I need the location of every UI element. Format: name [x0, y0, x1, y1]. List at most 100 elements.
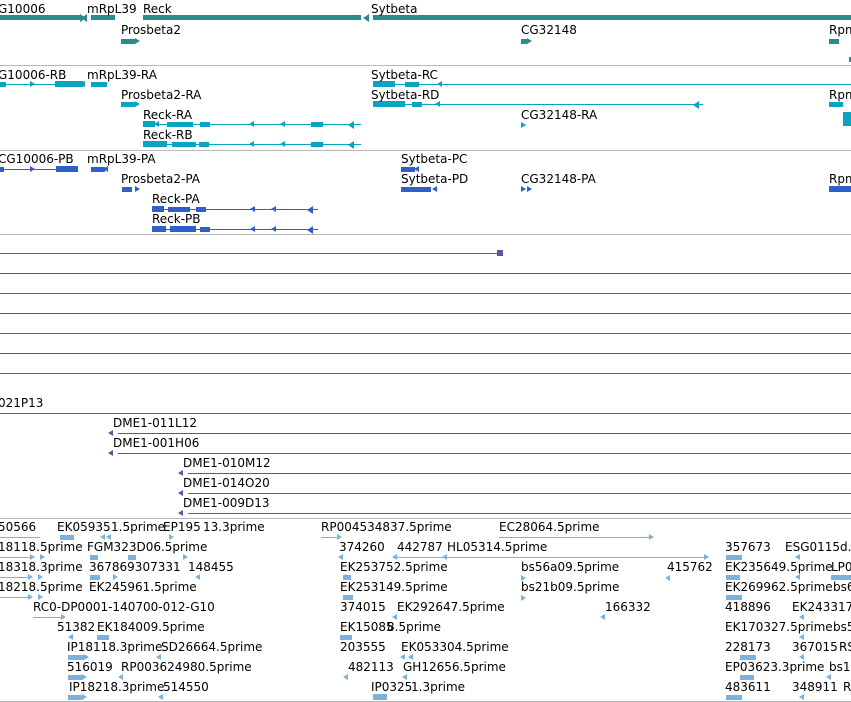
feature-exon[interactable]	[172, 142, 196, 147]
feature-exon[interactable]	[143, 15, 361, 20]
feature-label[interactable]: LP0	[831, 560, 851, 574]
feature-exon[interactable]	[311, 142, 323, 147]
feature-exon[interactable]	[68, 695, 82, 700]
feature-label[interactable]: Rpm	[829, 172, 851, 186]
feature-label[interactable]: G10006-RB	[0, 68, 66, 82]
feature-label[interactable]: CG10006-PB	[0, 152, 74, 166]
feature-exon[interactable]	[373, 15, 851, 20]
feature-label[interactable]: 148455	[188, 560, 234, 574]
feature-label[interactable]: bs1	[829, 660, 851, 674]
feature-label[interactable]: DME1-010M12	[183, 456, 271, 470]
feature-label[interactable]: 203555	[340, 640, 386, 654]
feature-label[interactable]: G10006	[0, 2, 45, 16]
feature-label[interactable]: Sytbeta-RC	[371, 68, 438, 82]
feature-exon[interactable]	[91, 82, 107, 87]
feature-exon[interactable]	[373, 694, 387, 700]
feature-line[interactable]	[0, 313, 851, 314]
feature-line[interactable]	[118, 433, 851, 434]
feature-label[interactable]: Reck-RA	[143, 108, 192, 122]
feature-label[interactable]: EK15085	[340, 620, 394, 634]
feature-line[interactable]	[321, 537, 337, 538]
feature-label[interactable]: FGM323D06.5prime	[87, 540, 207, 554]
feature-label[interactable]: Prosbeta2-RA	[121, 88, 201, 102]
feature-label[interactable]: SD26664.5prime	[161, 640, 262, 654]
feature-label[interactable]: 8.5prime	[387, 620, 441, 634]
feature-line[interactable]	[188, 513, 851, 514]
feature-label[interactable]: 18318.3prime	[0, 560, 83, 574]
feature-label[interactable]: 166332	[605, 600, 651, 614]
feature-exon[interactable]	[401, 187, 431, 192]
feature-line[interactable]	[0, 353, 851, 354]
feature-label[interactable]: Sytbeta	[371, 2, 417, 16]
feature-exon[interactable]	[121, 39, 135, 44]
feature-label[interactable]: EK245961.5prime	[89, 580, 197, 594]
feature-label[interactable]: bs21b09.5prime	[521, 580, 619, 594]
feature-label[interactable]: 357673	[725, 540, 771, 554]
feature-exon[interactable]	[56, 166, 78, 172]
feature-label[interactable]: 483611	[725, 680, 771, 694]
feature-exon[interactable]	[122, 187, 132, 192]
feature-exon[interactable]	[829, 39, 839, 44]
feature-label[interactable]: 021P13	[0, 396, 43, 410]
feature-label[interactable]: Reck-RB	[143, 128, 193, 142]
feature-label[interactable]: 18218.5prime	[0, 580, 83, 594]
feature-line[interactable]	[0, 293, 851, 294]
feature-label[interactable]: 415762	[667, 560, 713, 574]
feature-label[interactable]: mRpL39	[87, 2, 137, 16]
feature-line[interactable]	[0, 577, 28, 578]
feature-label[interactable]: 348911	[792, 680, 838, 694]
feature-line[interactable]	[0, 373, 851, 374]
feature-exon[interactable]	[843, 112, 851, 126]
feature-label[interactable]: 228173	[725, 640, 771, 654]
feature-line[interactable]	[188, 493, 851, 494]
feature-label[interactable]: mRpL39-PA	[87, 152, 156, 166]
feature-label[interactable]: 374015	[340, 600, 386, 614]
feature-label[interactable]: CG32148-RA	[521, 108, 597, 122]
feature-label[interactable]: 1.5prime	[111, 520, 165, 534]
feature-exon[interactable]	[412, 102, 422, 107]
feature-label[interactable]: EK053304.5prime	[401, 640, 509, 654]
feature-label[interactable]: EP195	[163, 520, 201, 534]
feature-label[interactable]: 18118.5prime	[0, 540, 83, 554]
feature-exon[interactable]	[405, 82, 419, 87]
feature-label[interactable]: 13.3prime	[203, 520, 265, 534]
feature-label[interactable]: IP18218.3prime	[69, 680, 164, 694]
feature-label[interactable]: 418896	[725, 600, 771, 614]
feature-label[interactable]: 1.3prime	[411, 680, 465, 694]
feature-label[interactable]: 367869307331	[89, 560, 181, 574]
feature-label[interactable]: Rpm	[829, 23, 851, 37]
feature-line[interactable]	[0, 557, 30, 558]
feature-label[interactable]: bs5	[833, 620, 851, 634]
feature-label[interactable]: bs56a09.5prime	[521, 560, 619, 574]
feature-label[interactable]: Prosbeta2-PA	[121, 172, 200, 186]
feature-label[interactable]: Rpm	[829, 88, 851, 102]
feature-label[interactable]: IP0325	[371, 680, 412, 694]
feature-label[interactable]: Prosbeta2	[121, 23, 181, 37]
feature-label[interactable]: RP004534837.5prime	[321, 520, 452, 534]
feature-label[interactable]: EK253752.5prime	[340, 560, 448, 574]
feature-label[interactable]: EK170327.5prime	[725, 620, 833, 634]
feature-line[interactable]	[0, 413, 851, 414]
feature-exon[interactable]	[170, 226, 196, 232]
feature-exon[interactable]	[200, 122, 210, 127]
feature-exon[interactable]	[497, 250, 503, 256]
feature-label[interactable]: RP003624980.5prime	[121, 660, 252, 674]
feature-label[interactable]: GH12656.5prime	[403, 660, 506, 674]
feature-exon[interactable]	[829, 102, 843, 107]
feature-label[interactable]: R	[843, 680, 851, 694]
feature-label[interactable]: EK269962.5prime	[725, 580, 833, 594]
feature-line[interactable]	[118, 453, 851, 454]
feature-label[interactable]: EK05935	[57, 520, 111, 534]
feature-label[interactable]: ESG0115d.	[785, 540, 851, 554]
feature-exon[interactable]	[152, 226, 166, 232]
feature-label[interactable]: Sytbeta-RD	[371, 88, 439, 102]
feature-label[interactable]: Reck-PA	[152, 192, 200, 206]
feature-label[interactable]: EK292647.5prime	[397, 600, 505, 614]
feature-label[interactable]: RC0-DP0001-140700-012-G10	[33, 600, 215, 614]
feature-label[interactable]: HL05314.5prime	[447, 540, 547, 554]
feature-label[interactable]: DME1-009D13	[183, 496, 270, 510]
feature-label[interactable]: Reck	[143, 2, 172, 16]
feature-label[interactable]: IP18118.3prime	[67, 640, 162, 654]
feature-label[interactable]: CG32148	[521, 23, 577, 37]
feature-exon[interactable]	[0, 82, 6, 87]
